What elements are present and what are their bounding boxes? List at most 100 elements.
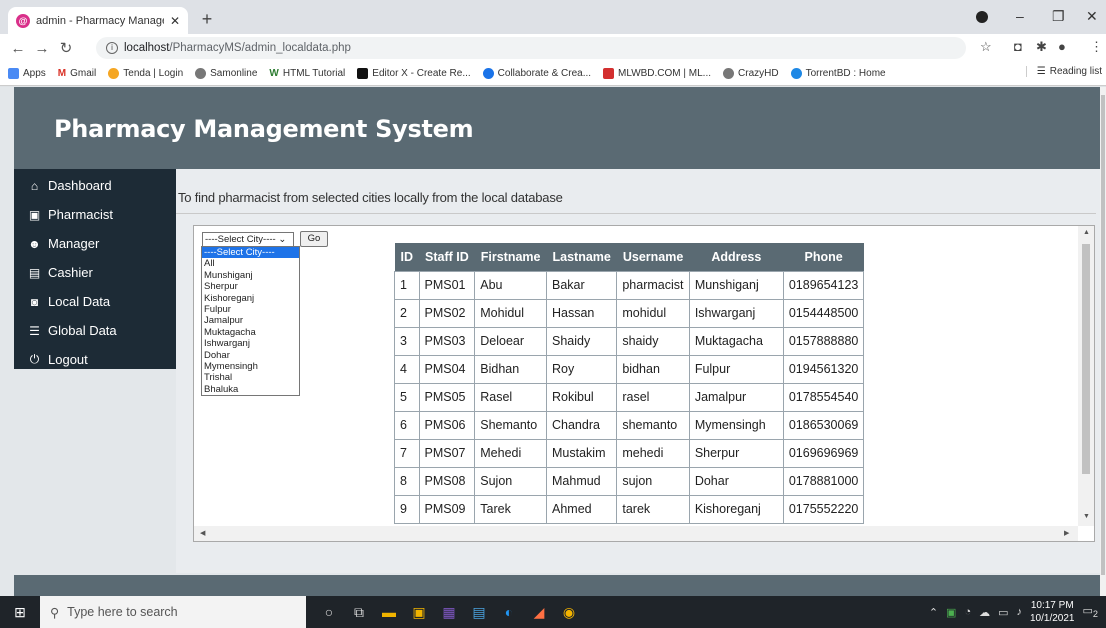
- bookmark-html-tutorial[interactable]: W HTML Tutorial: [269, 68, 345, 79]
- table-cell: Tarek: [474, 494, 547, 524]
- scroll-right-icon[interactable]: ▶: [1064, 529, 1069, 537]
- edge-icon[interactable]: ◐: [494, 596, 524, 628]
- pharmacist-table: ID Staff ID Firstname Lastname Username …: [394, 243, 865, 524]
- task-view-icon[interactable]: ⧉: [344, 596, 374, 628]
- city-option[interactable]: Munshiganj: [202, 270, 299, 281]
- city-option[interactable]: Kishoreganj: [202, 293, 299, 304]
- table-cell: 9: [394, 494, 420, 524]
- close-window-button[interactable]: ✕: [1086, 8, 1098, 25]
- table-cell: Abu: [474, 270, 547, 300]
- scroll-up-icon[interactable]: ▲: [1083, 229, 1090, 236]
- city-option[interactable]: Jamalpur: [202, 315, 299, 326]
- tray-app-icon[interactable]: ▣: [946, 606, 956, 619]
- profile-icon[interactable]: [976, 11, 988, 23]
- volume-icon[interactable]: ♪: [1017, 606, 1023, 618]
- table-cell: PMS07: [418, 438, 476, 468]
- city-select-value: ----Select City----: [205, 234, 276, 245]
- bookmark-label: Editor X - Create Re...: [372, 68, 471, 79]
- app-icon[interactable]: ▤: [464, 596, 494, 628]
- menu-icon[interactable]: ⋮: [1090, 39, 1103, 55]
- new-tab-button[interactable]: +: [196, 9, 218, 31]
- notification-icon[interactable]: ▭2: [1083, 604, 1099, 619]
- city-option[interactable]: Ishwarganj: [202, 338, 299, 349]
- windows-start-icon[interactable]: ⊞: [0, 596, 40, 628]
- sidebar-item-local-data[interactable]: ◙ Local Data: [14, 287, 176, 316]
- bookmark-samonline[interactable]: Samonline: [195, 68, 257, 79]
- table-row: 2 PMS02 Mohidul Hassan mohidul Ishwarganj 0154…: [394, 298, 865, 328]
- wifi-icon[interactable]: ◔: [964, 606, 971, 618]
- scroll-left-icon[interactable]: ◀: [200, 529, 205, 537]
- store-icon[interactable]: ▣: [404, 596, 434, 628]
- sidebar-item-cashier[interactable]: ▤ Cashier: [14, 258, 176, 287]
- battery-icon[interactable]: ▭: [998, 606, 1008, 619]
- bookmark-tenda[interactable]: Tenda | Login: [108, 68, 183, 79]
- sidebar-item-pharmacist[interactable]: ▣ Pharmacist: [14, 200, 176, 229]
- taskbar-clock[interactable]: 10:17 PM 10/1/2021: [1030, 599, 1075, 625]
- sidebar-item-logout[interactable]: ⏻ Logout: [14, 345, 176, 374]
- app-icon[interactable]: ▦: [434, 596, 464, 628]
- city-option[interactable]: Mymensingh: [202, 361, 299, 372]
- city-option[interactable]: ----Select City----: [202, 247, 299, 259]
- browser-toolbar: ← → ↻ i localhost/PharmacyMS/admin_local…: [0, 34, 1106, 62]
- city-option[interactable]: All: [202, 258, 299, 269]
- horizontal-scrollbar[interactable]: ◀ ▶: [194, 526, 1078, 541]
- tab-favicon-icon: @: [16, 13, 30, 28]
- bookmark-gmail[interactable]: M Gmail: [58, 68, 96, 79]
- bookmark-crazyhd[interactable]: CrazyHD: [723, 68, 779, 79]
- page-scroll-thumb[interactable]: [1101, 95, 1105, 575]
- minimize-button[interactable]: –: [1016, 8, 1024, 24]
- table-row: 1 PMS01 Abu Bakar pharmacist Munshiganj 018965…: [394, 270, 865, 300]
- bookmark-torrentbd[interactable]: TorrentBD : Home: [790, 68, 886, 79]
- browser-tab[interactable]: @ admin - Pharmacy Managemnt S ✕: [8, 7, 188, 34]
- taskbar-search[interactable]: ⚲ Type here to search: [40, 596, 306, 628]
- extensions-puzzle-icon[interactable]: ✱: [1036, 39, 1047, 55]
- sidebar-item-label: Cashier: [48, 265, 93, 280]
- sidebar-item-manager[interactable]: ☻ Manager: [14, 229, 176, 258]
- scroll-thumb[interactable]: [1082, 244, 1090, 474]
- city-option[interactable]: Bhaluka: [202, 384, 299, 395]
- file-explorer-icon[interactable]: ▬: [374, 596, 404, 628]
- cloud-icon[interactable]: ☁: [979, 606, 990, 619]
- city-dropdown[interactable]: ----Select City---- All Munshiganj Sherp…: [201, 246, 300, 397]
- mlwbd-icon: [603, 68, 615, 79]
- scroll-down-icon[interactable]: ▼: [1083, 513, 1090, 520]
- app-icon[interactable]: ◢: [524, 596, 554, 628]
- table-cell: Mohidul: [474, 298, 547, 328]
- address-bar[interactable]: i localhost/PharmacyMS/admin_localdata.p…: [96, 37, 966, 59]
- sidebar-item-dashboard[interactable]: ⌂ Dashboard: [14, 171, 176, 200]
- vertical-scrollbar[interactable]: ▲ ▼: [1078, 226, 1094, 526]
- table-cell: 0194561320: [782, 354, 865, 384]
- main-content: To find pharmacist from selected cities …: [176, 169, 1100, 573]
- city-option[interactable]: Fulpur: [202, 304, 299, 315]
- bookmark-apps[interactable]: Apps: [8, 68, 46, 79]
- bookmark-mlwbd[interactable]: MLWBD.COM | ML...: [603, 68, 711, 79]
- app-title: Pharmacy Management System: [54, 115, 474, 143]
- column-header: Phone: [783, 243, 864, 271]
- bookmark-star-icon[interactable]: ☆: [980, 39, 992, 55]
- city-option[interactable]: Dohar: [202, 350, 299, 361]
- results-frame[interactable]: ----Select City---- ⌄ Go ----Select City…: [193, 225, 1095, 542]
- table-cell: mehedi: [616, 438, 690, 468]
- bookmark-editorx[interactable]: Editor X - Create Re...: [357, 68, 471, 79]
- info-icon[interactable]: i: [106, 42, 118, 54]
- chrome-icon[interactable]: ◉: [554, 596, 584, 628]
- cortana-icon[interactable]: ○: [314, 596, 344, 628]
- city-option[interactable]: Trishal: [202, 372, 299, 383]
- tab-close-icon[interactable]: ✕: [170, 14, 180, 28]
- reload-icon[interactable]: ↻: [54, 39, 78, 57]
- forward-icon[interactable]: →: [30, 40, 54, 57]
- maximize-button[interactable]: ❐: [1052, 8, 1065, 25]
- sidebar-item-global-data[interactable]: ☰ Global Data: [14, 316, 176, 345]
- city-select[interactable]: ----Select City---- ⌄: [202, 232, 294, 247]
- reading-list-button[interactable]: ☰ Reading list: [1025, 66, 1102, 77]
- bookmark-collaborate[interactable]: Collaborate & Crea...: [482, 68, 591, 79]
- table-cell: Bakar: [545, 270, 618, 300]
- go-button[interactable]: Go: [300, 231, 328, 247]
- chevron-up-icon[interactable]: ⌃: [929, 606, 938, 619]
- city-option[interactable]: Muktagacha: [202, 327, 299, 338]
- extension-icon[interactable]: ◘: [1014, 39, 1022, 54]
- account-avatar-icon[interactable]: ●: [1058, 39, 1066, 54]
- back-icon[interactable]: ←: [6, 40, 30, 57]
- page-scrollbar[interactable]: [1100, 87, 1106, 596]
- city-option[interactable]: Sherpur: [202, 281, 299, 292]
